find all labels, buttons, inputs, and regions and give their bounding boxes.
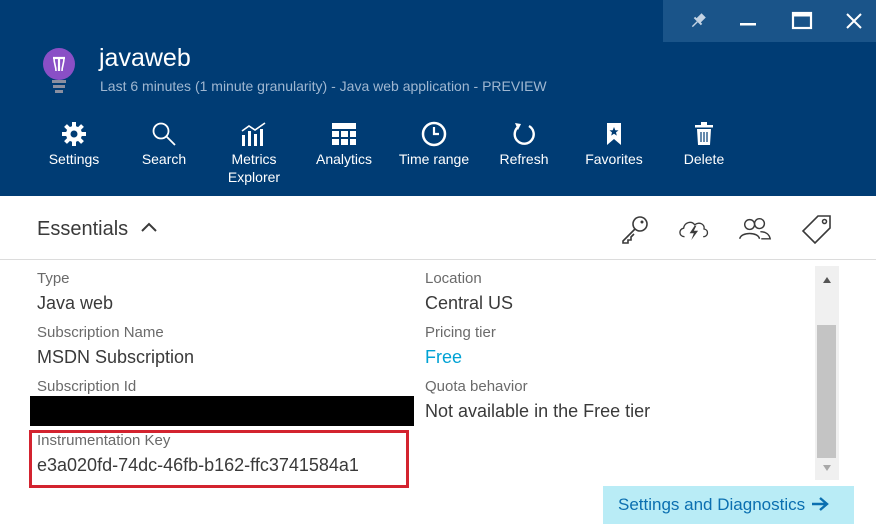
cloud-lightning-icon[interactable] — [676, 213, 710, 245]
bar-chart-icon — [209, 118, 299, 150]
subscription-name-value: MSDN Subscription — [37, 347, 195, 367]
minimize-icon[interactable] — [734, 8, 762, 34]
settings-label: Settings — [48, 151, 100, 167]
gear-icon — [29, 118, 119, 150]
instrumentation-key-value[interactable]: e3a020fd-74dc-46fb-b162-ffc3741584a1 — [37, 454, 359, 476]
time-range-label: Time range — [398, 151, 470, 167]
trash-icon — [659, 118, 749, 150]
scroll-down-arrow-icon[interactable] — [815, 460, 839, 476]
tag-icon[interactable] — [800, 213, 834, 245]
instrumentation-key-label: Instrumentation Key — [37, 432, 171, 449]
quota-behavior-label: Quota behavior — [425, 378, 528, 395]
metrics-explorer-button[interactable]: Metrics Explorer — [209, 118, 299, 186]
lightbulb-icon — [42, 47, 76, 97]
subscription-name-label: Subscription Name — [37, 324, 164, 341]
close-icon[interactable] — [840, 8, 868, 34]
location-value: Central US — [425, 293, 514, 313]
quota-behavior-value: Not available in the Free tier — [425, 401, 651, 421]
maximize-icon[interactable] — [788, 8, 816, 34]
clock-icon — [389, 118, 479, 150]
pricing-tier-label: Pricing tier — [425, 324, 496, 341]
settings-and-diagnostics-button[interactable]: Settings and Diagnostics — [603, 486, 854, 524]
refresh-button[interactable]: Refresh — [479, 118, 569, 168]
app-subtitle: Last 6 minutes (1 minute granularity) - … — [100, 78, 547, 94]
analytics-button[interactable]: Analytics — [299, 118, 389, 168]
settings-button[interactable]: Settings — [29, 118, 119, 168]
metrics-label-line2: Explorer — [227, 169, 281, 185]
search-button[interactable]: Search — [119, 118, 209, 168]
pricing-tier-link[interactable]: Free — [425, 346, 462, 368]
blade-header: javaweb Last 6 minutes (1 minute granula… — [0, 0, 876, 196]
grid-icon — [299, 118, 389, 150]
arrow-right-icon — [811, 487, 829, 525]
subscription-id-redacted — [30, 396, 414, 426]
subscription-id-label: Subscription Id — [37, 378, 137, 395]
key-icon[interactable] — [618, 213, 652, 245]
analytics-label: Analytics — [315, 151, 373, 167]
favorites-button[interactable]: Favorites — [569, 118, 659, 168]
refresh-icon — [479, 118, 569, 150]
type-value: Java web — [37, 293, 114, 313]
chevron-up-icon[interactable] — [140, 220, 158, 239]
essentials-title[interactable]: Essentials — [37, 217, 128, 241]
favorites-label: Favorites — [585, 151, 643, 167]
app-title: javaweb — [99, 44, 191, 72]
bookmark-star-icon — [569, 118, 659, 150]
delete-button[interactable]: Delete — [659, 118, 749, 168]
location-label: Location — [425, 270, 482, 287]
settings-and-diagnostics-label: Settings and Diagnostics — [618, 495, 806, 514]
pin-icon[interactable] — [684, 8, 712, 34]
users-icon[interactable] — [738, 213, 772, 245]
scroll-up-arrow-icon[interactable] — [815, 270, 839, 290]
delete-label: Delete — [683, 151, 725, 167]
search-icon — [119, 118, 209, 150]
time-range-button[interactable]: Time range — [389, 118, 479, 168]
essentials-bar: Essentials — [0, 199, 876, 260]
type-label: Type — [37, 270, 70, 287]
scrollbar-thumb[interactable] — [817, 325, 836, 458]
search-label: Search — [141, 151, 187, 167]
metrics-label-line1: Metrics — [231, 151, 277, 167]
refresh-label: Refresh — [499, 151, 549, 167]
